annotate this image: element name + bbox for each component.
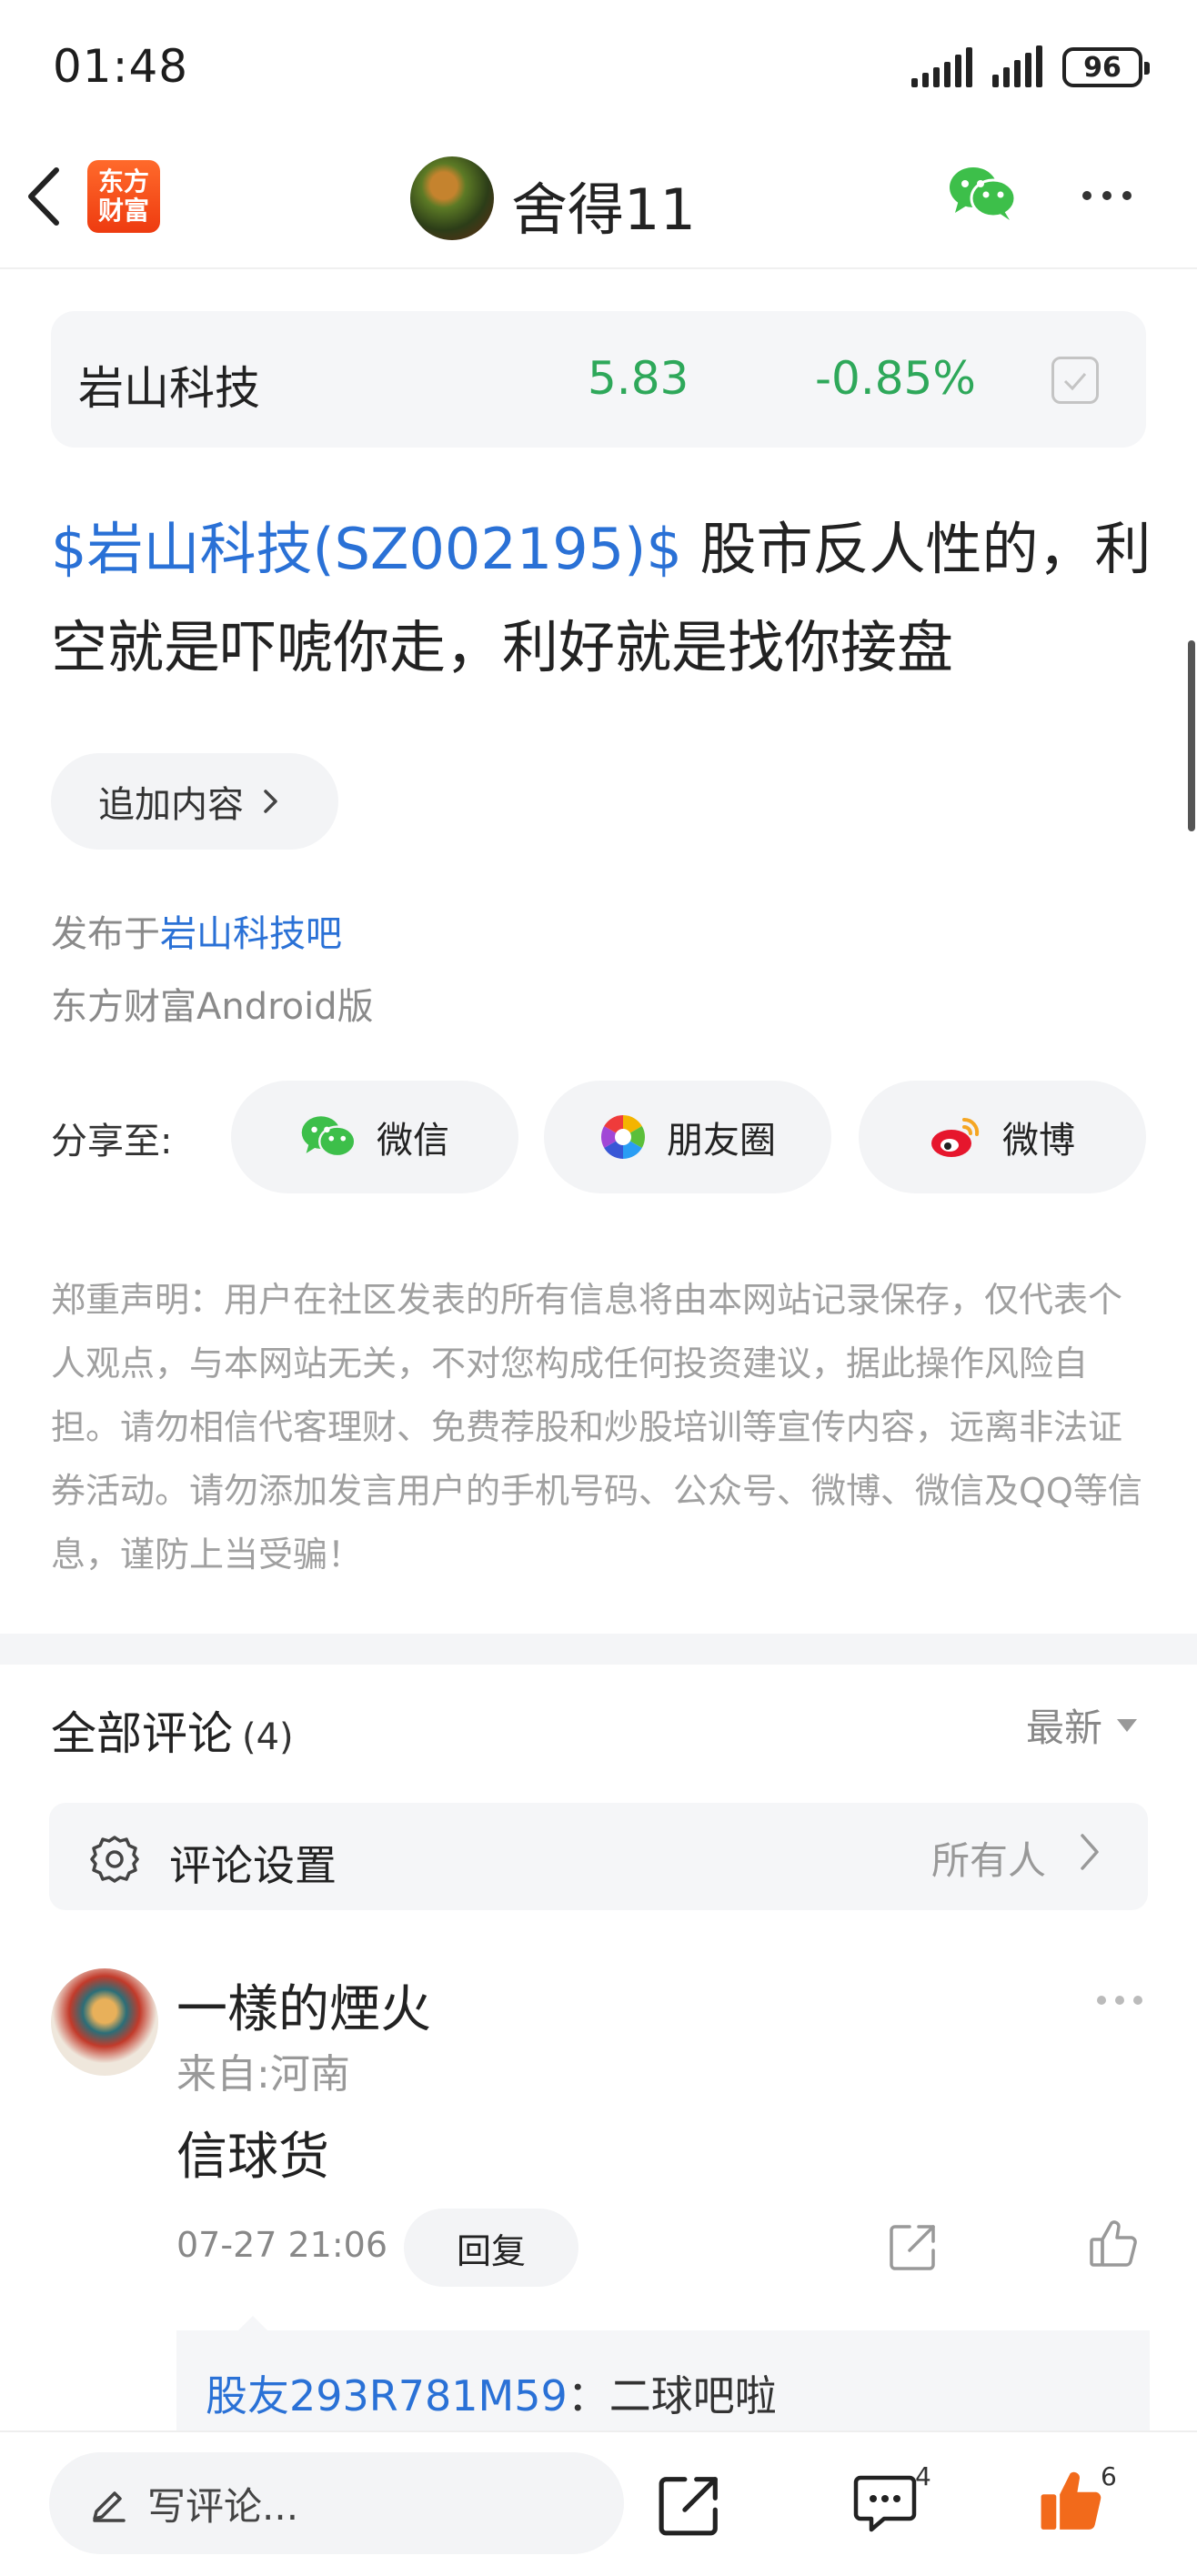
append-content-label: 追加内容	[98, 784, 244, 826]
stock-tag-link[interactable]: $岩山科技(SZ002195)$	[51, 516, 682, 582]
append-content-button[interactable]: 追加内容	[51, 753, 338, 850]
section-divider	[0, 1634, 1197, 1665]
battery-level: 96	[1083, 51, 1122, 84]
nav-divider	[0, 267, 1197, 269]
weibo-icon	[931, 1117, 980, 1157]
chevron-right-icon	[1079, 1832, 1101, 1876]
author-avatar[interactable]	[410, 156, 494, 240]
commenter-location: 来自:河南	[176, 2051, 350, 2098]
app-logo-text: 东方财富	[97, 166, 149, 226]
comment-body: 信球货	[176, 2128, 329, 2187]
more-options-button[interactable]	[1082, 191, 1132, 200]
like-count-badge: 6	[1101, 2461, 1117, 2491]
reply-label: 回复	[456, 2230, 526, 2271]
share-wechat-button[interactable]: 微信	[231, 1081, 518, 1193]
thumbs-up-filled-icon	[1041, 2471, 1101, 2530]
share-weibo-button[interactable]: 微博	[859, 1081, 1146, 1193]
stock-bar-link[interactable]: 岩山科技吧	[160, 913, 342, 955]
thumbs-up-icon	[1090, 2220, 1137, 2267]
share-moments-label: 朋友圈	[667, 1120, 776, 1162]
caret-down-icon	[1117, 1718, 1138, 1732]
stock-name: 岩山科技	[78, 362, 260, 415]
reply-item: 股友293R781M59：二球吧啦	[206, 2363, 777, 2423]
watchlist-checkbox[interactable]	[1051, 357, 1099, 404]
published-in: 发布于岩山科技吧	[51, 904, 342, 957]
comment-more-button[interactable]	[1097, 1996, 1142, 2005]
post-content: $岩山科技(SZ002195)$ 股市反人性的，利空就是吓唬你走，利好就是找你接…	[51, 500, 1152, 697]
gear-icon	[87, 1832, 142, 1890]
share-label: 分享至:	[51, 1121, 173, 1162]
like-post-button[interactable]	[1039, 2469, 1104, 2538]
comment-time: 07-27 21:06	[176, 2225, 388, 2265]
scrollbar[interactable]	[1188, 640, 1195, 831]
write-comment-placeholder: 写评论...	[147, 2483, 299, 2529]
client-source: 东方财富Android版	[51, 986, 374, 1028]
wechat-icon	[301, 1116, 357, 1158]
back-button[interactable]	[24, 160, 78, 233]
wechat-icon	[950, 167, 1017, 220]
share-icon	[659, 2477, 718, 2536]
author-name[interactable]: 舍得11	[511, 164, 696, 246]
comments-title-label: 全部评论	[51, 1707, 233, 1760]
comment-icon	[853, 2475, 917, 2532]
share-icon	[890, 2225, 935, 2270]
moments-icon	[600, 1115, 646, 1159]
comments-count: (4)	[242, 1716, 294, 1758]
commenter-name[interactable]: 一樣的煙火	[176, 1968, 431, 2042]
stock-change: -0.85%	[815, 352, 976, 405]
comment-settings-value: 所有人	[931, 1838, 1047, 1883]
share-wechat-label: 微信	[377, 1120, 449, 1162]
comments-title: 全部评论 (4)	[51, 1697, 294, 1763]
share-weibo-label: 微博	[1002, 1120, 1075, 1162]
sort-dropdown[interactable]: 最新	[1026, 1697, 1138, 1753]
published-prefix: 发布于	[51, 913, 160, 955]
comment-like-button[interactable]	[1088, 2218, 1139, 2272]
status-icons: 96	[911, 45, 1150, 87]
stock-price: 5.83	[588, 352, 689, 405]
app-logo[interactable]: 东方财富	[87, 160, 160, 233]
signal-1-icon	[911, 45, 972, 87]
comment-count-badge: 4	[915, 2461, 931, 2491]
signal-2-icon	[992, 45, 1042, 87]
write-comment-input[interactable]: 写评论...	[49, 2452, 624, 2554]
comment-settings-label: 评论设置	[169, 1841, 337, 1890]
comment-share-button[interactable]	[888, 2221, 939, 2276]
reply-button[interactable]: 回复	[404, 2209, 578, 2287]
chevron-right-icon	[264, 790, 277, 813]
status-time: 01:48	[53, 40, 189, 93]
pencil-icon	[93, 2491, 126, 2522]
battery-icon: 96	[1062, 47, 1150, 87]
comments-button[interactable]	[853, 2474, 917, 2538]
chevron-left-icon	[28, 167, 59, 226]
reply-caret	[238, 2316, 267, 2330]
reply-user-link[interactable]: 股友293R781M59	[206, 2371, 568, 2420]
commenter-avatar[interactable]	[51, 1968, 158, 2076]
wechat-share-button[interactable]	[948, 164, 1017, 226]
disclaimer-text: 郑重声明：用户在社区发表的所有信息将由本网站记录保存，仅代表个人观点，与本网站无…	[51, 1280, 1142, 1575]
share-post-button[interactable]	[657, 2472, 722, 2541]
reply-text: ：二球吧啦	[567, 2371, 777, 2420]
sort-label: 最新	[1026, 1706, 1103, 1750]
share-moments-button[interactable]: 朋友圈	[544, 1081, 831, 1193]
check-icon	[1063, 373, 1087, 391]
